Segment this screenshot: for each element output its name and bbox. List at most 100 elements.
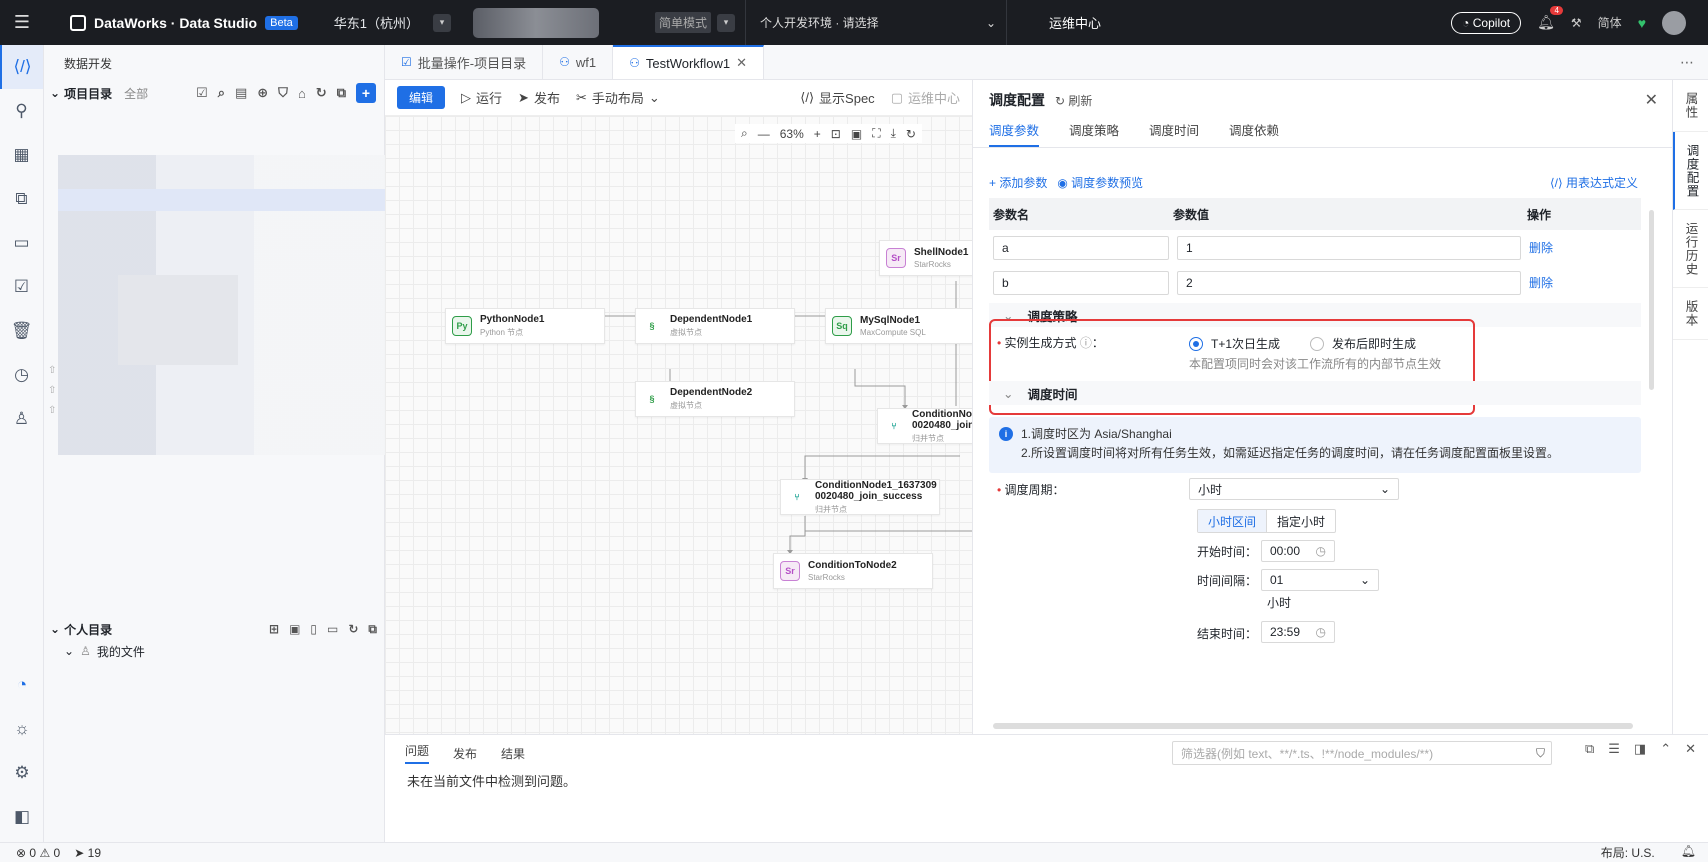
tab-strategy[interactable]: 调度策略 bbox=[1069, 120, 1119, 147]
tab-problems[interactable]: 问题 bbox=[405, 742, 430, 764]
horizontal-scrollbar[interactable] bbox=[993, 723, 1633, 729]
language-switch[interactable]: 简体 bbox=[1598, 14, 1622, 31]
checklist-icon[interactable]: ☑ bbox=[0, 265, 43, 309]
target-icon[interactable]: ⊕ bbox=[257, 85, 268, 101]
tab-dependency[interactable]: 调度依赖 bbox=[1229, 120, 1279, 147]
avatar[interactable] bbox=[1662, 10, 1686, 35]
sun-icon[interactable]: ☼ bbox=[0, 707, 44, 751]
mode-indicator[interactable]: 简单模式 ▾ bbox=[654, 12, 735, 33]
region-selector[interactable]: 华东1（杭州） ▾ bbox=[334, 13, 451, 32]
workspace-selector-blurred[interactable] bbox=[472, 7, 599, 38]
refresh-icon[interactable]: ↻ bbox=[906, 127, 916, 141]
table-icon[interactable]: ▦ bbox=[0, 133, 43, 177]
workflow-node[interactable]: § DependentNode2 虚拟节点 bbox=[635, 381, 795, 417]
add-button[interactable]: + bbox=[356, 83, 376, 103]
project-dir-row[interactable]: ⌄ 项目目录 全部 ☑ ⌕ ▤ ⊕ ⛉ ⌂ ↻ ⧉ + bbox=[44, 81, 384, 105]
hamburger-menu-icon[interactable]: ☰ bbox=[0, 0, 44, 45]
refresh-icon[interactable]: ↻ bbox=[316, 85, 327, 101]
preview-button[interactable]: ◉ 调度参数预览 bbox=[1057, 174, 1143, 191]
new-file-icon[interactable]: ▯ bbox=[310, 622, 317, 636]
close-icon[interactable]: ✕ bbox=[1685, 741, 1696, 757]
param-name-input[interactable]: b bbox=[993, 270, 1169, 295]
refresh-icon[interactable]: ↻ bbox=[348, 622, 358, 636]
radio-t1-label[interactable]: T+1次日生成 bbox=[1211, 335, 1280, 352]
trash-icon[interactable]: 🗑︎ bbox=[0, 309, 43, 353]
commits-status[interactable]: ➤ 19 bbox=[74, 846, 101, 860]
filter-input[interactable]: 筛选器(例如 text、**/*.ts、!**/node_modules/**)… bbox=[1172, 741, 1552, 765]
close-icon[interactable]: ✕ bbox=[736, 55, 747, 71]
db-icon[interactable]: ▣ bbox=[289, 622, 300, 636]
fullscreen-icon[interactable]: ⛶ bbox=[872, 126, 880, 141]
collapse-icon[interactable]: ⧉ bbox=[368, 622, 377, 637]
ops-center-link[interactable]: 运维中心 bbox=[1027, 13, 1101, 32]
search-icon[interactable]: ⌕ bbox=[741, 126, 748, 141]
show-spec-button[interactable]: ⟨/⟩ 显示Spec bbox=[800, 88, 874, 107]
run-button[interactable]: ▷ 运行 bbox=[461, 88, 502, 107]
gear-icon[interactable]: ⚙ bbox=[0, 751, 44, 795]
interval-select[interactable]: 01 ⌄ bbox=[1261, 569, 1379, 591]
key-icon[interactable]: ⚲ bbox=[0, 89, 43, 133]
workflow-node[interactable]: § DependentNode1 虚拟节点 bbox=[635, 308, 795, 344]
copilot-button[interactable]: ◔ Copilot bbox=[1451, 11, 1522, 34]
chevron-down-icon[interactable]: ⌄ bbox=[64, 644, 74, 658]
personal-dir-row[interactable]: ⌄ 个人目录 ⊞ ▣ ▯ ▭ ↻ ⧉ bbox=[44, 618, 385, 640]
batch-icon[interactable]: ☑ bbox=[196, 85, 208, 101]
problems-status[interactable]: ⊗ 0 ⚠ 0 bbox=[16, 846, 60, 860]
close-icon[interactable]: ✕ bbox=[1645, 90, 1672, 110]
tab-wf1[interactable]: ⚇ wf1 bbox=[543, 45, 614, 79]
health-icon[interactable]: ♥ bbox=[1638, 15, 1646, 31]
tag-icon[interactable]: ⌂ bbox=[298, 86, 306, 101]
clock-icon[interactable]: ◷ bbox=[0, 353, 43, 397]
workflow-node[interactable]: Sq MySqlNode1 MaxCompute SQL bbox=[825, 308, 972, 344]
sidebar-toggle-icon[interactable]: ◧ bbox=[0, 795, 44, 839]
add-param-button[interactable]: + 添加参数 bbox=[989, 174, 1047, 191]
user-icon[interactable]: ♙ bbox=[0, 397, 43, 441]
edit-button[interactable]: 编辑 bbox=[397, 86, 446, 109]
start-time-picker[interactable]: 00:00 ◷ bbox=[1261, 540, 1335, 562]
my-files-row[interactable]: ⌄ ♙ 我的文件 bbox=[44, 640, 385, 662]
tab-params[interactable]: 调度参数 bbox=[989, 120, 1040, 147]
tab-publish[interactable]: 发布 bbox=[453, 745, 477, 762]
delete-link[interactable]: 删除 bbox=[1529, 239, 1553, 256]
tab-schedule-config[interactable]: 调度配置 bbox=[1673, 132, 1708, 210]
all-filter[interactable]: 全部 bbox=[124, 85, 148, 102]
zoom-in-icon[interactable]: + bbox=[814, 127, 821, 141]
radio-t1[interactable] bbox=[1189, 336, 1203, 351]
panel-layout-icon[interactable]: ◨ bbox=[1634, 741, 1646, 757]
puzzle-icon[interactable]: ⧉ bbox=[0, 177, 43, 221]
tab-run-history[interactable]: 运行历史 bbox=[1673, 210, 1708, 288]
tool-icon[interactable]: ⚒ bbox=[1571, 16, 1582, 30]
chevron-down-icon[interactable]: ▾ bbox=[717, 13, 735, 32]
chevron-down-icon[interactable]: ▾ bbox=[432, 13, 451, 32]
workflow-node[interactable]: Sr ConditionToNode2 StarRocks bbox=[773, 553, 933, 589]
refresh-button[interactable]: ↻ 刷新 bbox=[1055, 92, 1092, 109]
param-name-input[interactable]: a bbox=[993, 235, 1169, 260]
workflow-node[interactable]: Sr ShellNode1 StarRocks bbox=[879, 240, 972, 276]
tab-testworkflow1[interactable]: ⚇ TestWorkflow1 ✕ bbox=[613, 45, 765, 79]
ops-center-button[interactable]: ▢ 运维中心 bbox=[891, 88, 960, 107]
search-icon[interactable]: ⌕ bbox=[218, 85, 225, 101]
copilot-icon[interactable]: ◔ bbox=[0, 663, 44, 707]
tab-time[interactable]: 调度时间 bbox=[1149, 120, 1199, 147]
workflow-node[interactable]: ⑂ ConditionNode1_1637309 0020480_join_su… bbox=[780, 479, 940, 515]
vertical-scrollbar[interactable] bbox=[1649, 210, 1654, 390]
workflow-node[interactable]: ⑂ ConditionNode1_1637309 0020480_join 归并节… bbox=[877, 408, 972, 444]
actual-size-icon[interactable]: ⊡ bbox=[831, 127, 841, 141]
param-value-input[interactable]: 1 bbox=[1177, 235, 1521, 260]
end-time-picker[interactable]: 23:59 ◷ bbox=[1261, 621, 1335, 643]
bell-icon[interactable]: 🔔︎ 4 bbox=[1537, 6, 1563, 31]
filter-icon[interactable]: ⛉ bbox=[278, 85, 288, 101]
list-icon[interactable]: ☰ bbox=[1608, 741, 1620, 757]
more-icon[interactable]: ⋯ bbox=[1680, 45, 1708, 79]
folder-icon[interactable]: ▭ bbox=[0, 221, 43, 265]
download-icon[interactable]: ⤓ bbox=[891, 126, 896, 141]
radio-instant[interactable] bbox=[1310, 336, 1325, 351]
keyboard-layout[interactable]: 布局: U.S. bbox=[1601, 844, 1655, 861]
tab-version[interactable]: 版本 bbox=[1673, 288, 1708, 340]
env-selector[interactable]: 个人开发环境 · 请选择 ⌄ bbox=[746, 14, 996, 31]
tab-properties[interactable]: 属性 bbox=[1673, 80, 1708, 132]
zoom-out-icon[interactable]: — bbox=[758, 127, 770, 141]
chevron-up-icon[interactable]: ⌃ bbox=[1660, 741, 1671, 757]
hour-range-button[interactable]: 小时区间 bbox=[1198, 510, 1268, 532]
delete-link[interactable]: 删除 bbox=[1529, 274, 1553, 291]
